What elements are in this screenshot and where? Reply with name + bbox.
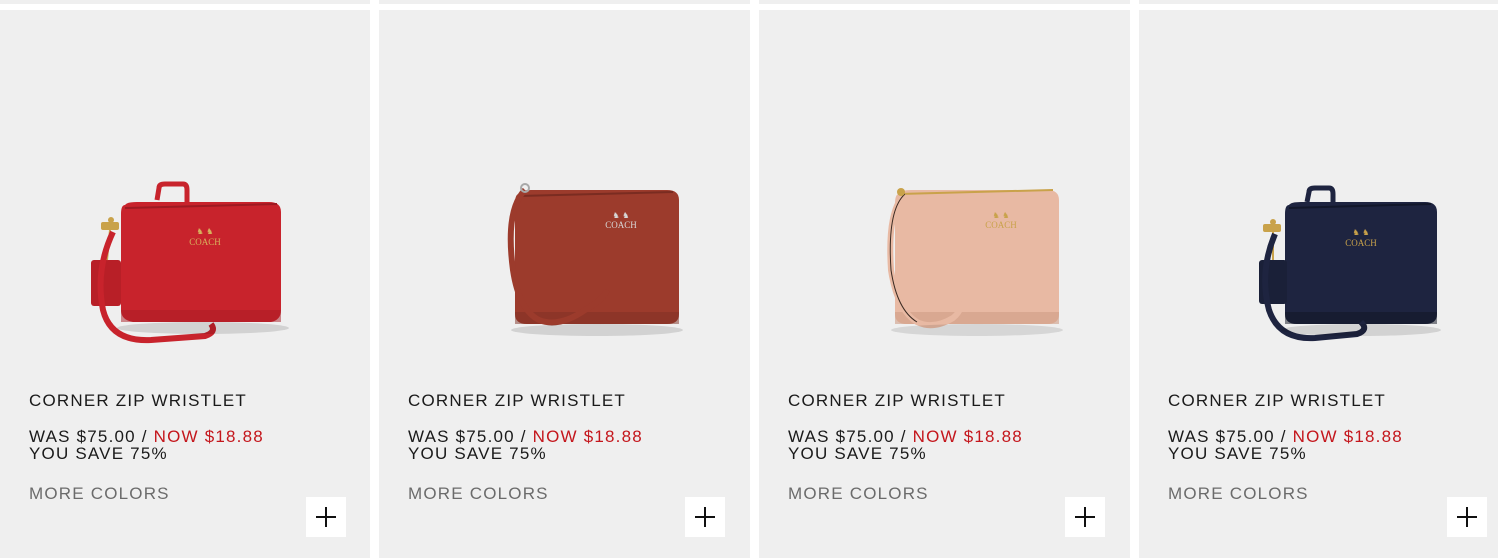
product-image[interactable]: COACH ♞ ♞ [759, 150, 1130, 360]
product-grid: COACH ♞ ♞ CORNER ZIP WRISTLET WAS $75.00… [0, 0, 1498, 558]
svg-text:♞ ♞: ♞ ♞ [197, 227, 214, 236]
product-image[interactable]: COACH ♞ ♞ [1139, 150, 1498, 360]
plus-icon [695, 507, 715, 527]
plus-icon [1075, 507, 1095, 527]
product-card[interactable]: COACH ♞ ♞ CORNER ZIP WRISTLET WAS $75.00… [759, 10, 1130, 558]
savings-text: YOU SAVE 75% [1168, 444, 1307, 463]
now-price: NOW $18.88 [532, 427, 643, 446]
product-title[interactable]: CORNER ZIP WRISTLET [1168, 391, 1386, 411]
now-price: NOW $18.88 [153, 427, 264, 446]
card-top-edge [0, 0, 370, 4]
add-to-bag-button[interactable] [1447, 497, 1487, 537]
wristlet-image: COACH ♞ ♞ [1258, 185, 1441, 342]
product-card[interactable]: COACH ♞ ♞ CORNER ZIP WRISTLET WAS $75.00… [379, 10, 750, 558]
add-to-bag-button[interactable] [685, 497, 725, 537]
price-block: WAS $75.00 / NOW $18.88 YOU SAVE 75% [408, 428, 643, 462]
more-colors-link[interactable]: MORE COLORS [1168, 484, 1309, 504]
logo-text: COACH [605, 220, 637, 230]
card-top-edge [759, 0, 1130, 4]
product-title[interactable]: CORNER ZIP WRISTLET [408, 391, 626, 411]
more-colors-link[interactable]: MORE COLORS [408, 484, 549, 504]
more-colors-link[interactable]: MORE COLORS [29, 484, 170, 504]
price-block: WAS $75.00 / NOW $18.88 YOU SAVE 75% [1168, 428, 1403, 462]
logo-text: COACH [985, 220, 1017, 230]
more-colors-link[interactable]: MORE COLORS [788, 484, 929, 504]
product-image[interactable]: COACH ♞ ♞ [0, 150, 370, 360]
wristlet-image: COACH ♞ ♞ [507, 183, 683, 336]
product-card[interactable]: COACH ♞ ♞ CORNER ZIP WRISTLET WAS $75.00… [0, 10, 370, 558]
savings-text: YOU SAVE 75% [29, 444, 168, 463]
svg-text:♞ ♞: ♞ ♞ [992, 211, 1009, 220]
logo-text: COACH [1345, 238, 1377, 248]
product-card[interactable]: COACH ♞ ♞ CORNER ZIP WRISTLET WAS $75.00… [1139, 10, 1498, 558]
price-block: WAS $75.00 / NOW $18.88 YOU SAVE 75% [788, 428, 1023, 462]
savings-text: YOU SAVE 75% [408, 444, 547, 463]
plus-icon [316, 507, 336, 527]
svg-text:♞ ♞: ♞ ♞ [1352, 228, 1369, 237]
add-to-bag-button[interactable] [306, 497, 346, 537]
logo-text: COACH [189, 237, 221, 247]
price-block: WAS $75.00 / NOW $18.88 YOU SAVE 75% [29, 428, 264, 462]
wristlet-image: COACH ♞ ♞ [91, 181, 289, 344]
savings-text: YOU SAVE 75% [788, 444, 927, 463]
now-price: NOW $18.88 [912, 427, 1023, 446]
now-price: NOW $18.88 [1292, 427, 1403, 446]
card-top-edge [1139, 0, 1498, 4]
svg-text:♞ ♞: ♞ ♞ [612, 211, 629, 220]
plus-icon [1457, 507, 1477, 527]
wristlet-image: COACH ♞ ♞ [886, 188, 1063, 336]
product-title[interactable]: CORNER ZIP WRISTLET [788, 391, 1006, 411]
add-to-bag-button[interactable] [1065, 497, 1105, 537]
product-title[interactable]: CORNER ZIP WRISTLET [29, 391, 247, 411]
card-top-edge [379, 0, 750, 4]
product-image[interactable]: COACH ♞ ♞ [379, 150, 750, 360]
